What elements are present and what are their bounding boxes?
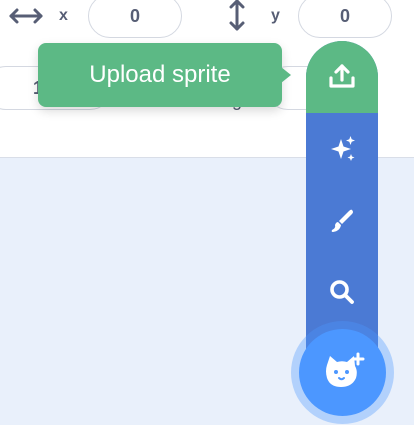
- tooltip-arrow: [281, 67, 291, 83]
- sparkle-icon: [331, 136, 355, 161]
- upload-icon: [329, 64, 355, 88]
- cat-add-icon: [325, 352, 364, 387]
- y-label: y: [271, 7, 280, 24]
- y-input[interactable]: 0: [298, 0, 392, 38]
- tooltip-text: Upload sprite: [89, 61, 231, 88]
- paintbrush-icon: [331, 209, 353, 232]
- x-value: 0: [129, 5, 140, 26]
- paint-sprite-button[interactable]: [306, 197, 378, 245]
- upload-sprite-tooltip: Upload sprite: [38, 43, 282, 107]
- x-input[interactable]: 0: [88, 0, 182, 38]
- surprise-sprite-button[interactable]: [306, 125, 378, 173]
- search-icon: [330, 280, 354, 304]
- vertical-arrows-icon: [229, 0, 245, 31]
- horizontal-arrows-icon: [9, 8, 43, 24]
- y-value: 0: [339, 5, 350, 26]
- sprite-menu: [306, 41, 378, 361]
- x-label: x: [59, 7, 68, 24]
- upload-sprite-button[interactable]: [306, 41, 378, 113]
- choose-sprite-button[interactable]: [306, 268, 378, 316]
- choose-a-sprite-button[interactable]: [299, 329, 386, 416]
